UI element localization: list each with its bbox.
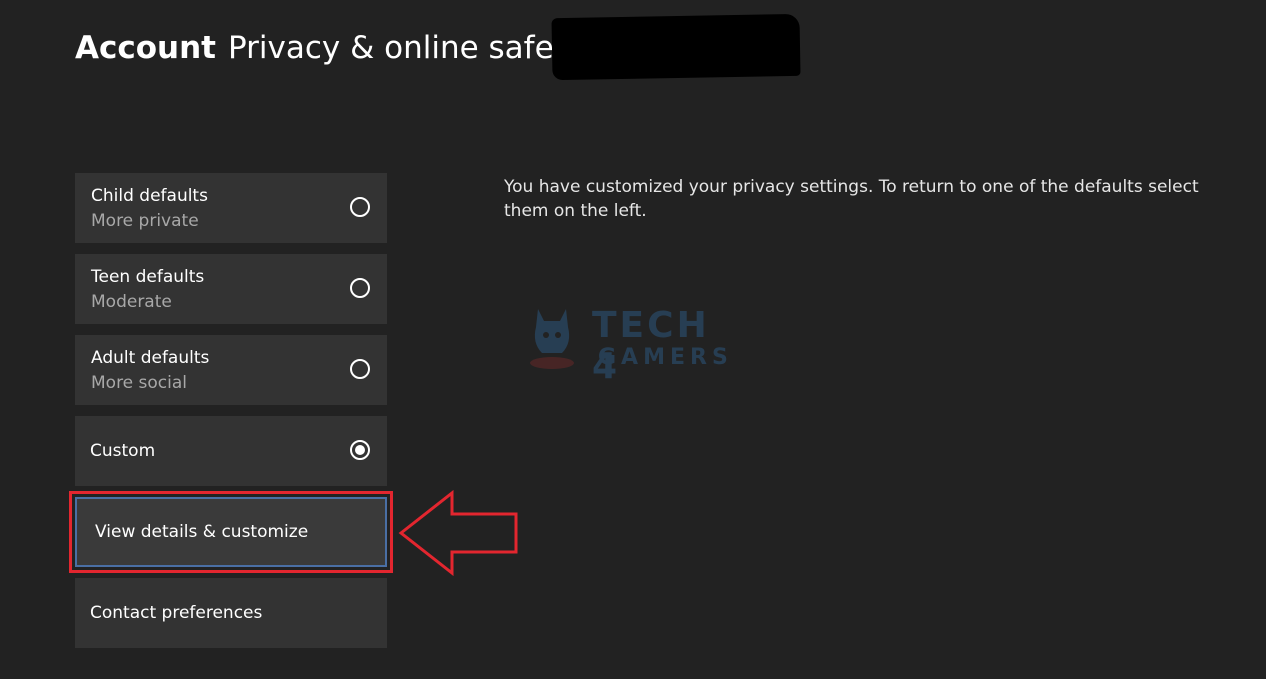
- option-sublabel: More social: [91, 373, 188, 393]
- option-label: Teen defaults: [91, 267, 205, 287]
- option-label: Child defaults: [91, 186, 208, 206]
- option-label: Custom: [90, 441, 156, 461]
- option-child-defaults[interactable]: Child defaults More private: [75, 173, 387, 243]
- tech4gamers-watermark: TECH 4 GAMERS: [522, 303, 744, 387]
- privacy-options-list: Child defaults More private Teen default…: [69, 173, 393, 659]
- radio-unselected-icon[interactable]: [350, 359, 370, 379]
- page-header: Account Privacy & online safety: [75, 28, 584, 68]
- radio-selected-icon[interactable]: [350, 440, 370, 460]
- option-sublabel: More private: [91, 211, 199, 231]
- option-custom[interactable]: Custom: [75, 416, 387, 486]
- contact-preferences-button[interactable]: Contact preferences: [75, 578, 387, 648]
- privacy-description: You have customized your privacy setting…: [504, 177, 1199, 221]
- breadcrumb-account: Account: [75, 30, 216, 66]
- redaction-mark: [551, 13, 801, 81]
- page-title: Privacy & online safety: [228, 30, 585, 66]
- watermark-line2: GAMERS: [598, 345, 733, 370]
- option-teen-defaults[interactable]: Teen defaults Moderate: [75, 254, 387, 324]
- option-adult-defaults[interactable]: Adult defaults More social: [75, 335, 387, 405]
- radio-unselected-icon[interactable]: [350, 197, 370, 217]
- annotation-arrow-icon: [398, 490, 518, 576]
- button-label: Contact preferences: [90, 603, 263, 623]
- option-label: Adult defaults: [91, 348, 210, 368]
- mascot-logo-icon: [530, 309, 574, 369]
- option-sublabel: Moderate: [91, 292, 172, 312]
- button-label: View details & customize: [95, 522, 309, 542]
- view-details-customize-button[interactable]: View details & customize: [69, 491, 393, 573]
- radio-unselected-icon[interactable]: [350, 278, 370, 298]
